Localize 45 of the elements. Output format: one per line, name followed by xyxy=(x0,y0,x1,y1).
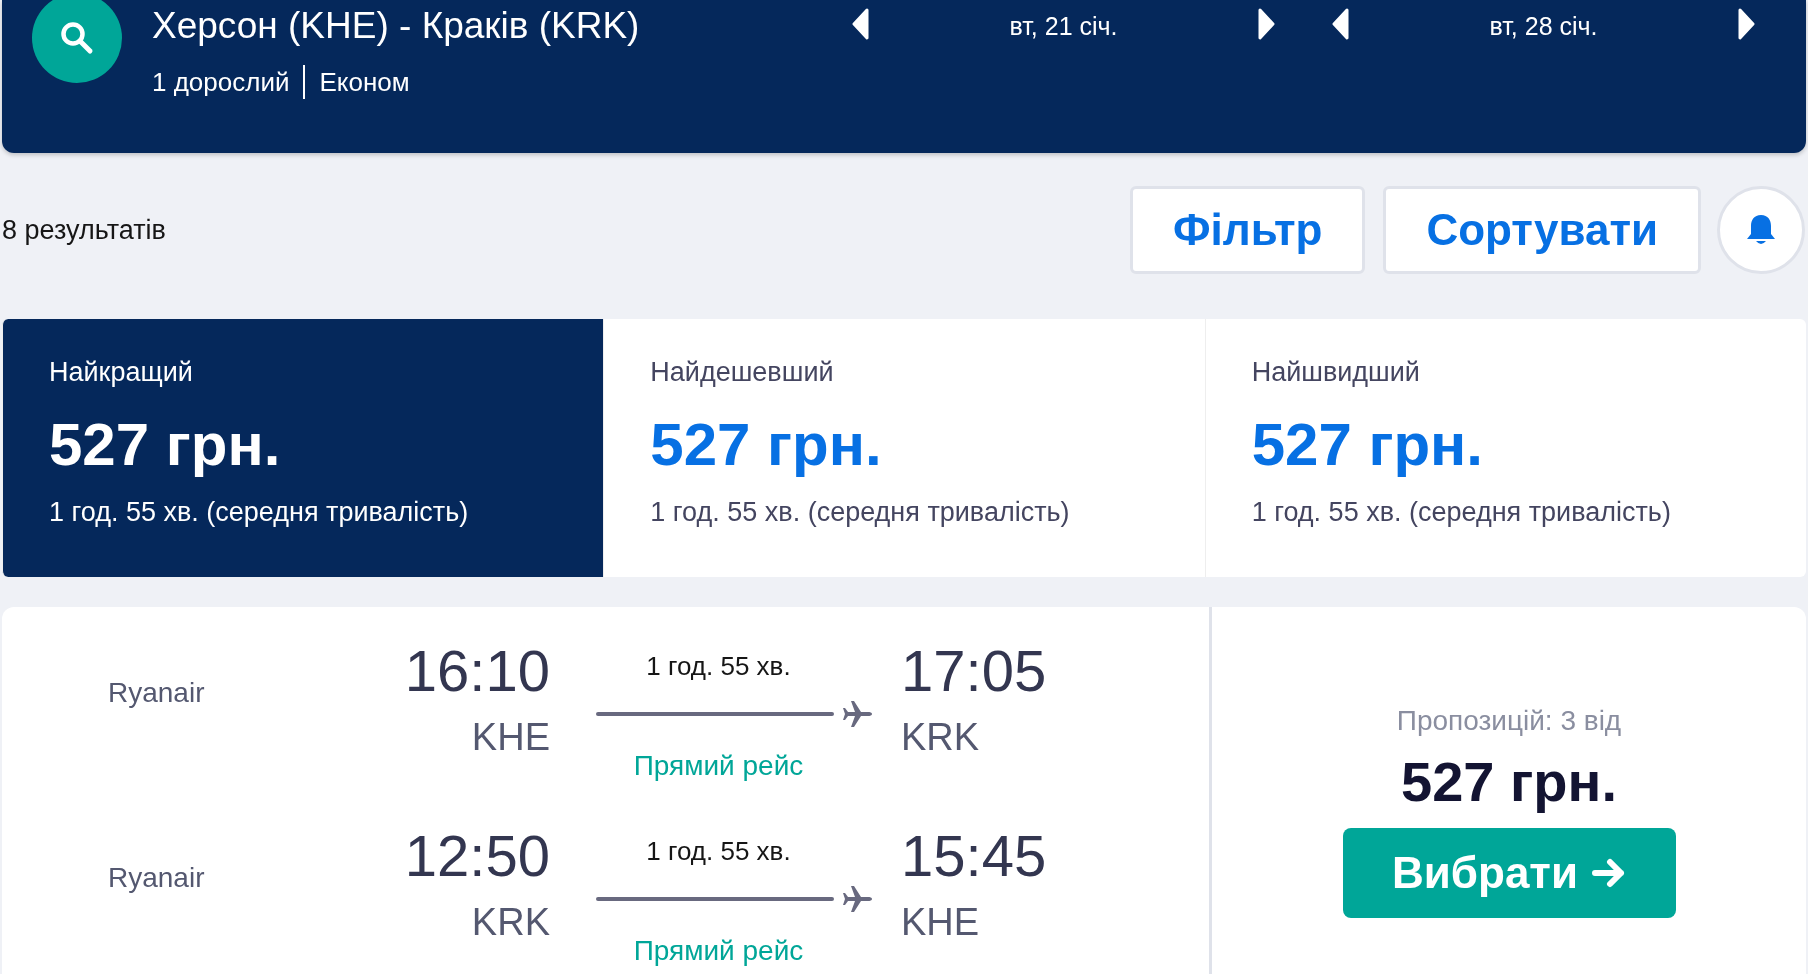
sort-tab[interactable]: Найшвидший 527 грн. 1 год. 55 хв. (середня тривалість) xyxy=(1204,319,1806,577)
tab-duration: 1 год. 55 хв. (середня тривалість) xyxy=(49,497,470,528)
cabin-class: Економ xyxy=(319,66,410,98)
direct-flight-label: Прямий рейс xyxy=(633,935,804,967)
bell-icon xyxy=(1745,213,1777,247)
route-title: Херсон (KHE) - Краків (KRK) xyxy=(152,5,640,47)
passenger-count: 1 дорослий xyxy=(152,66,290,98)
tab-label: Найкращий xyxy=(49,357,194,388)
plane-icon xyxy=(842,698,874,730)
flight-duration: 1 год. 55 хв. xyxy=(646,836,791,867)
arrival-airport: KRK xyxy=(901,716,981,759)
flight-price: 527 грн. xyxy=(1401,749,1617,814)
sort-tab[interactable]: Найкращий 527 грн. 1 год. 55 хв. (середня тривалість) xyxy=(2,319,604,577)
flight-duration: 1 год. 55 хв. xyxy=(646,651,791,682)
direct-flight-label: Прямий рейс xyxy=(633,750,804,782)
departure-airport: KHE xyxy=(471,716,550,759)
previous-date-button[interactable] xyxy=(1331,8,1351,40)
arrival-time: 15:45 xyxy=(901,822,1047,889)
tab-price: 527 грн. xyxy=(1251,410,1484,479)
tab-price: 527 грн. xyxy=(49,410,282,479)
departure-time: 16:10 xyxy=(404,637,550,704)
arrival-airport: KHE xyxy=(901,901,981,944)
previous-date-button[interactable] xyxy=(851,8,871,40)
sort-tab[interactable]: Найдешевший 527 грн. 1 год. 55 хв. (середня тривалість) xyxy=(603,319,1205,577)
airline-name: Ryanair xyxy=(107,862,206,895)
plane-icon xyxy=(842,883,874,915)
date-label[interactable]: вт, 21 січ. xyxy=(1009,12,1118,41)
tab-price: 527 грн. xyxy=(650,410,883,479)
arrival-time: 17:05 xyxy=(901,637,1047,704)
arrow-right-icon xyxy=(1591,858,1626,888)
sort-button[interactable]: Сортувати xyxy=(1383,186,1701,274)
departure-time: 12:50 xyxy=(404,822,550,889)
tab-duration: 1 год. 55 хв. (середня тривалість) xyxy=(650,497,1071,528)
filter-button[interactable]: Фільтр xyxy=(1130,186,1366,274)
tab-label: Найшвидший xyxy=(1251,357,1421,388)
next-date-button[interactable] xyxy=(1736,8,1756,40)
departure-airport: KRK xyxy=(471,901,550,944)
results-count: 8 результатів xyxy=(2,214,166,246)
airline-name: Ryanair xyxy=(107,677,206,710)
search-icon xyxy=(60,21,94,55)
tab-duration: 1 год. 55 хв. (середня тривалість) xyxy=(1251,497,1672,528)
offers-count: Пропозицій: 3 від xyxy=(1396,705,1622,737)
tab-label: Найдешевший xyxy=(650,357,835,388)
date-label[interactable]: вт, 28 січ. xyxy=(1489,12,1598,41)
next-date-button[interactable] xyxy=(1256,8,1276,40)
